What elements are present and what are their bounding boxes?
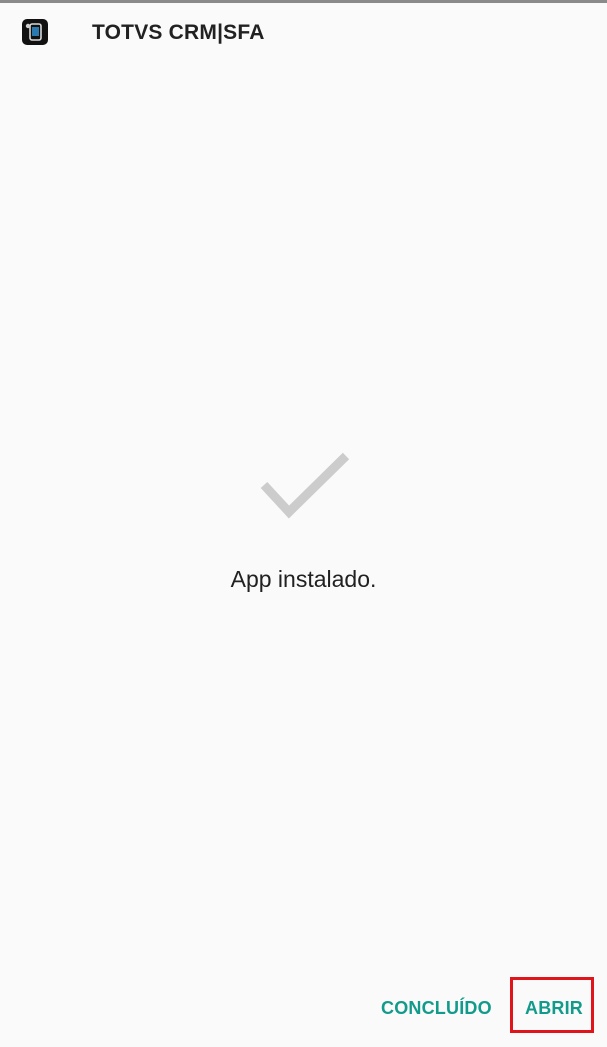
done-button[interactable]: CONCLUÍDO (381, 998, 492, 1019)
app-icon (22, 19, 48, 45)
install-status-text: App instalado. (230, 566, 377, 592)
app-title: TOTVS CRM|SFA (92, 21, 265, 44)
open-button[interactable]: ABRIR (525, 998, 583, 1019)
checkmark-icon (258, 452, 350, 522)
app-header: TOTVS CRM|SFA (0, 3, 607, 61)
